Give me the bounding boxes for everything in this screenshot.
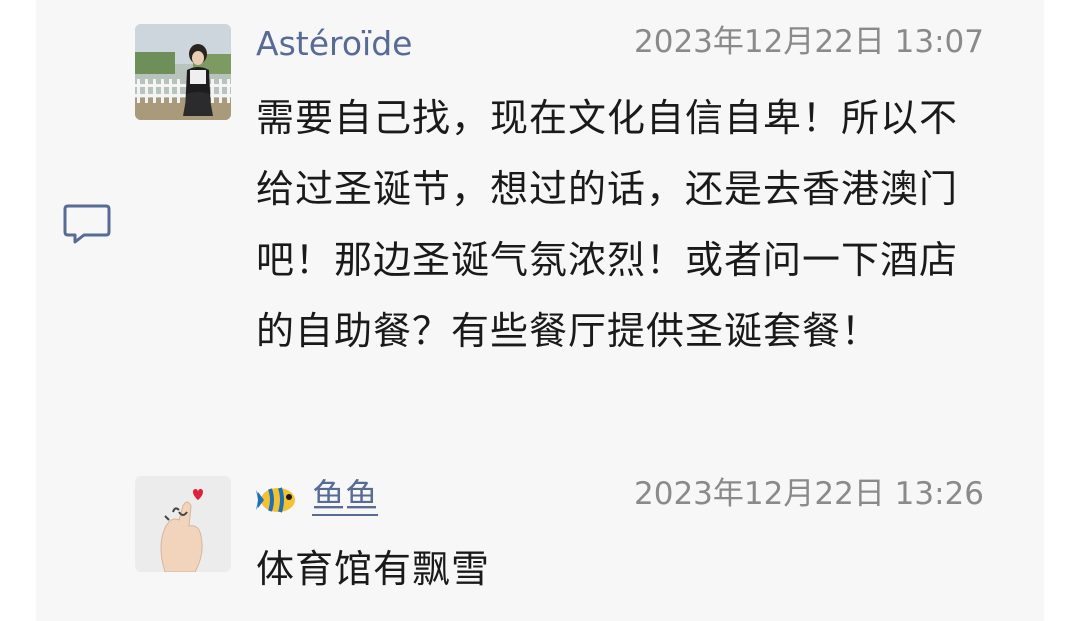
timestamp: 2023年12月22日 13:07 [634, 24, 984, 60]
comment-bubble-icon[interactable] [62, 202, 112, 246]
fish-icon [256, 480, 300, 520]
avatar[interactable] [135, 24, 231, 120]
timestamp: 2023年12月22日 13:26 [634, 476, 984, 512]
comment-text: 需要自己找，现在文化自信自卑！所以不给过圣诞节，想过的话，还是去香港澳门吧！那边… [256, 96, 959, 353]
comment-text: 体育馆有飘雪 [256, 547, 491, 591]
author-name[interactable]: Astéroïde [256, 24, 412, 64]
avatar[interactable] [135, 476, 231, 572]
author-name[interactable]: 鱼鱼 [312, 476, 378, 516]
